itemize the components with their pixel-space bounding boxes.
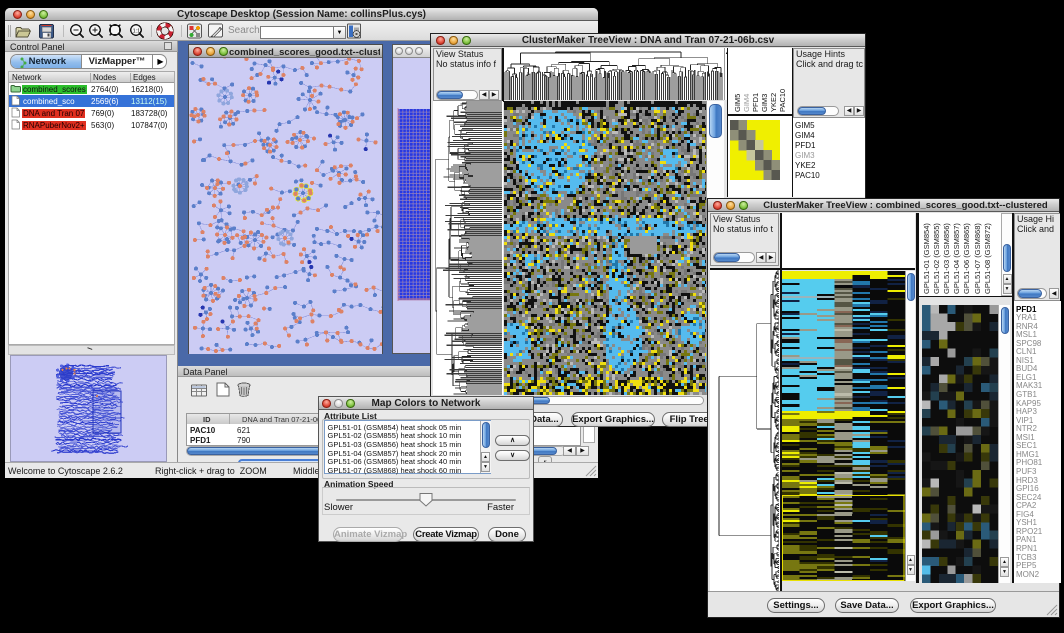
- svg-text:1:1: 1:1: [133, 28, 141, 34]
